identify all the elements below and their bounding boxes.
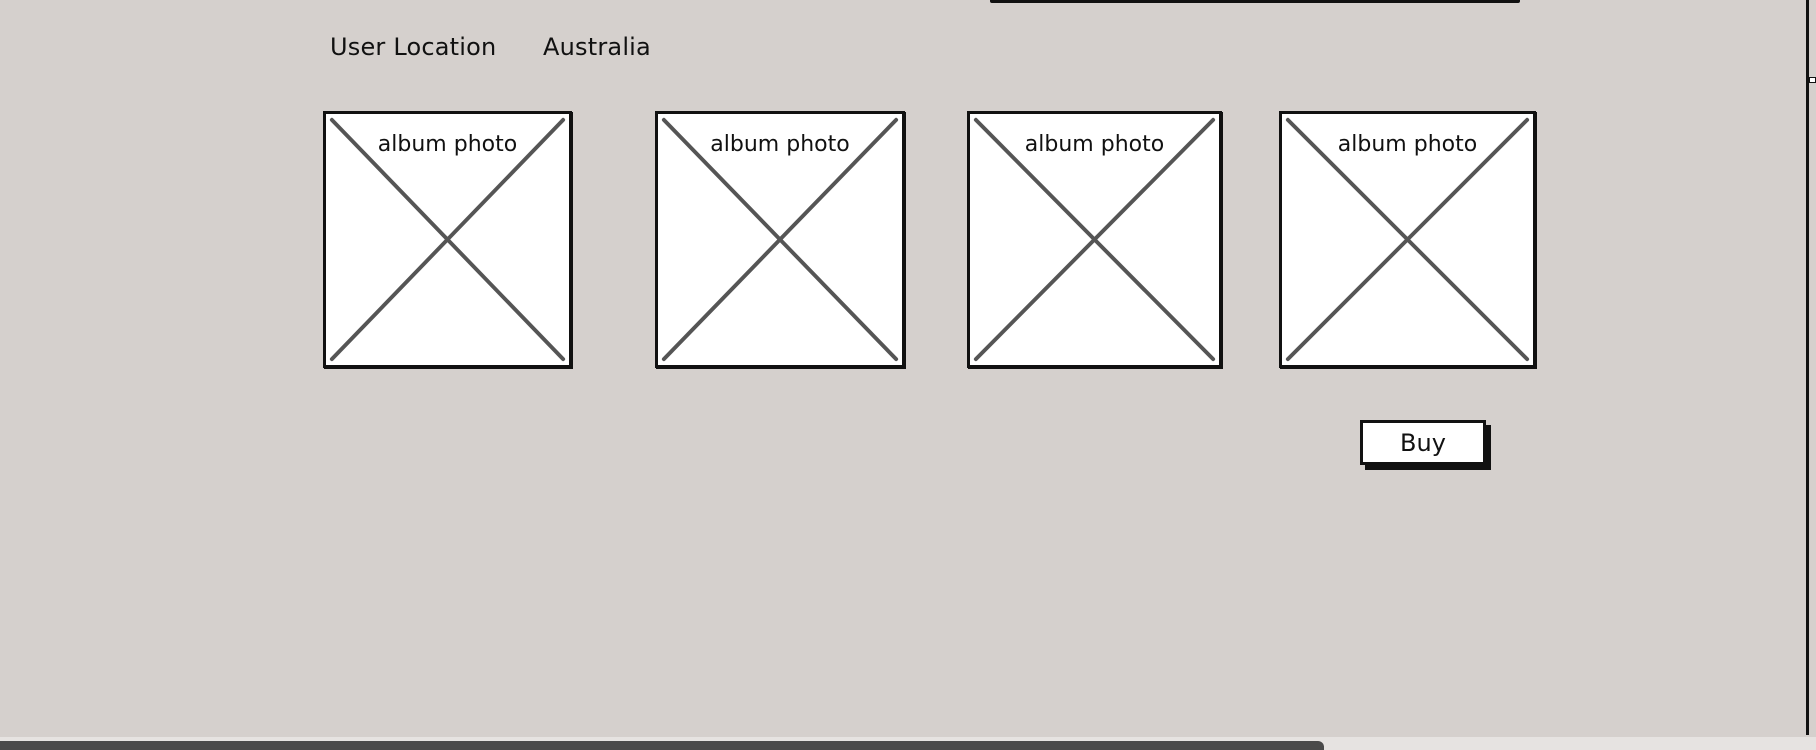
user-location-value: Australia [543,33,651,61]
top-edge-bar [990,0,1520,3]
album-photo-label: album photo [1020,132,1169,157]
horizontal-scroll-thumb[interactable] [0,741,1324,750]
album-photo-label: album photo [706,132,854,157]
album-photo-label: album photo [373,132,522,157]
vertical-scrollbar[interactable] [1806,0,1809,735]
user-location-label: User Location [330,33,497,61]
album-photo-label: album photo [1333,132,1482,157]
album-photo-placeholder-3[interactable]: album photo [967,111,1222,368]
album-photo-placeholder-2[interactable]: album photo [655,111,905,368]
vertical-scroll-thumb[interactable] [1809,77,1816,83]
album-photo-placeholder-1[interactable]: album photo [323,111,572,368]
album-photo-placeholder-4[interactable]: album photo [1279,111,1536,368]
buy-button[interactable]: Buy [1360,420,1486,465]
